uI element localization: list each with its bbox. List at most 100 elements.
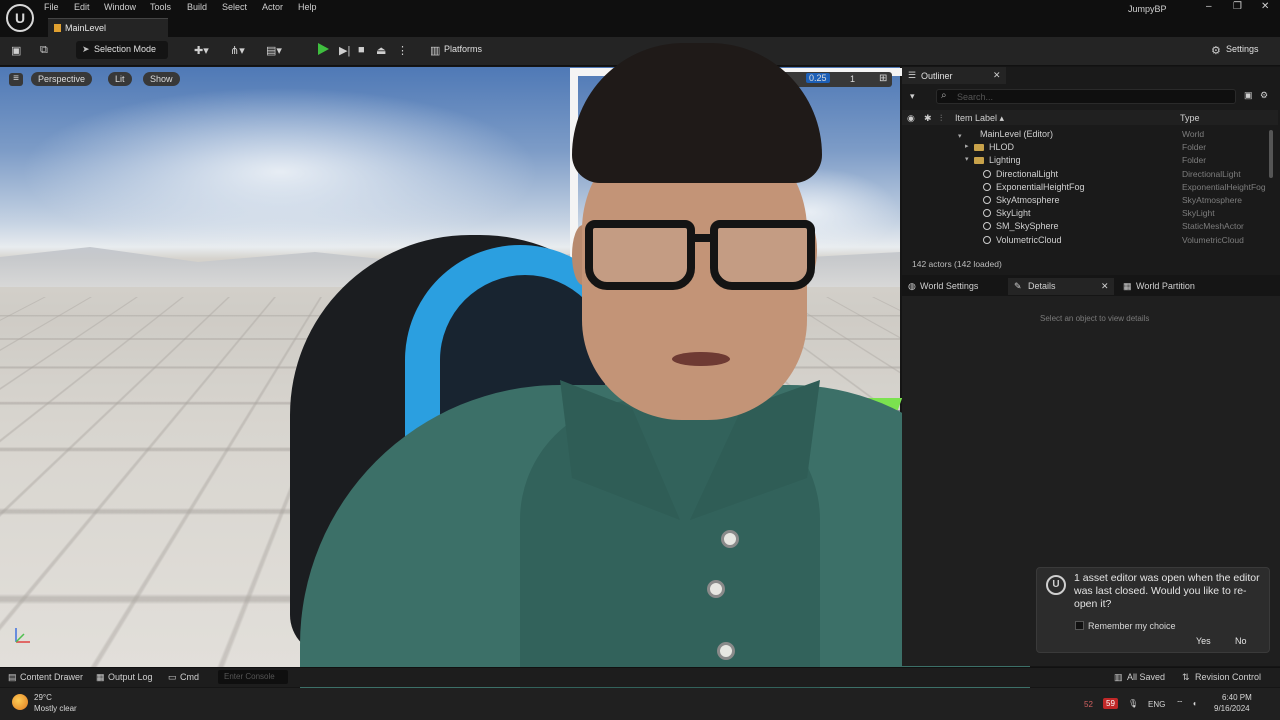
viewport-menu-icon[interactable]: ≡ (9, 73, 23, 86)
close-window-button[interactable]: ✕ (1261, 1, 1269, 12)
browse-icon[interactable]: ⧉ (40, 44, 48, 57)
outliner-title: Outliner (921, 71, 953, 81)
gear-icon: ⚙ (1211, 45, 1221, 57)
directional-light-icon (983, 170, 991, 178)
details-empty-hint: Select an object to view details (1040, 314, 1150, 323)
blueprint-icon[interactable]: ⋔▾ (230, 44, 245, 57)
tab-outliner[interactable]: Outliner (902, 67, 1006, 84)
map-icon: ▦ (1123, 281, 1132, 291)
minimize-button[interactable]: – (1206, 1, 1212, 12)
platforms-button[interactable]: Platforms (444, 44, 482, 54)
settings-gear-icon[interactable]: ⚙ (1260, 90, 1268, 101)
list-item[interactable]: SkyLight (996, 208, 1031, 218)
console-input[interactable]: Enter Console (218, 670, 288, 684)
list-item[interactable]: Lighting (989, 155, 1021, 165)
language-indicator[interactable]: ENG (1148, 700, 1165, 709)
camera-speed[interactable]: 0.25 (806, 73, 830, 83)
volumetric-cloud-icon (983, 236, 991, 244)
close-icon[interactable]: ✕ (1101, 278, 1109, 295)
sequence-icon[interactable]: ▤▾ (266, 44, 282, 57)
content-drawer-button[interactable]: Content Drawer (20, 672, 83, 682)
list-item-type: Folder (1182, 142, 1207, 152)
all-saved-button[interactable]: All Saved (1127, 672, 1165, 682)
glasses-lens-right (710, 220, 815, 290)
eject-icon[interactable]: ⏏ (376, 44, 386, 57)
lit-button[interactable]: Lit (108, 72, 132, 86)
camera-count[interactable]: 1 (850, 74, 855, 84)
pin-pin-icon[interactable]: ⫶ (940, 113, 942, 124)
stop-icon[interactable]: ■ (358, 44, 365, 56)
add-folder-icon[interactable]: ▣ (1244, 90, 1253, 101)
no-button[interactable]: No (1235, 636, 1247, 646)
pin-icon[interactable]: ✱ (924, 113, 932, 124)
yes-button[interactable]: Yes (1196, 636, 1211, 646)
weather-icon[interactable] (12, 694, 28, 710)
search-placeholder: Search... (957, 92, 994, 102)
remember-choice-label: Remember my choice (1088, 621, 1176, 631)
outliner-search-input[interactable]: Search... (936, 89, 1236, 104)
volume-icon[interactable]: ◖ (1192, 699, 1197, 708)
list-item[interactable]: DirectionalLight (996, 169, 1058, 179)
axis-gizmo-icon (15, 628, 30, 643)
save-icon[interactable]: ▣ (11, 44, 21, 57)
list-item-type: World (1182, 129, 1205, 139)
play-icon[interactable] (318, 43, 329, 55)
tab-world-settings[interactable]: World Settings (920, 278, 978, 295)
list-item[interactable]: SM_SkySphere (996, 221, 1059, 231)
settings-button[interactable]: Settings (1226, 44, 1259, 54)
menu-help[interactable]: Help (298, 2, 317, 12)
more-options-icon[interactable]: ⋮ (397, 44, 408, 57)
menu-window[interactable]: Window (104, 2, 136, 12)
close-icon[interactable]: ✕ (993, 70, 1001, 81)
list-item[interactable]: SkyAtmosphere (996, 195, 1060, 205)
show-button[interactable]: Show (143, 72, 180, 86)
list-item[interactable]: VolumetricCloud (996, 235, 1062, 245)
list-item-type: SkyLight (1182, 208, 1215, 218)
wifi-icon[interactable]: ⌔ (1176, 699, 1184, 709)
remember-choice-checkbox[interactable] (1075, 621, 1084, 630)
perspective-button[interactable]: Perspective (31, 72, 93, 86)
notification-message: 1 asset editor was open when the editor … (1074, 572, 1260, 610)
list-item[interactable]: HLOD (989, 142, 1014, 152)
tray-badge[interactable]: 59 (1103, 698, 1118, 709)
layout-icon[interactable]: ⊞ (879, 73, 887, 84)
glasses-lens-left (585, 220, 695, 290)
glasses-bridge (690, 234, 714, 242)
add-actor-icon[interactable]: ✚▾ (194, 44, 209, 57)
step-icon[interactable]: ▶| (339, 44, 350, 57)
tree-expand-icon[interactable]: ▸ (965, 142, 969, 150)
list-item[interactable]: ExponentialHeightFog (996, 182, 1085, 192)
unreal-logo-icon[interactable]: U (6, 4, 34, 32)
clock-time[interactable]: 6:40 PM (1222, 693, 1252, 702)
selection-mode-dropdown[interactable]: ➤ Selection Mode (76, 41, 168, 59)
revision-control-button[interactable]: Revision Control (1195, 672, 1261, 682)
output-log-button[interactable]: Output Log (108, 672, 153, 682)
microphone-icon[interactable]: 🎙 (1128, 699, 1138, 708)
clock-date[interactable]: 9/16/2024 (1214, 704, 1250, 713)
list-item[interactable]: MainLevel (Editor) (980, 129, 1053, 139)
level-icon (54, 24, 61, 32)
menu-edit[interactable]: Edit (74, 2, 90, 12)
tab-mainlevel[interactable]: MainLevel (48, 18, 168, 37)
tray-badge[interactable]: 52 (1084, 700, 1093, 709)
menu-select[interactable]: Select (222, 2, 247, 12)
visibility-eye-icon[interactable]: ◉ (907, 113, 915, 124)
menu-file[interactable]: File (44, 2, 59, 12)
column-type[interactable]: Type (1180, 113, 1200, 123)
filter-icon[interactable]: ▾ (910, 91, 915, 102)
outliner-scrollbar[interactable] (1269, 130, 1273, 178)
tab-details[interactable]: Details (1028, 278, 1056, 295)
cmd-dropdown[interactable]: Cmd (180, 672, 199, 682)
tree-expand-icon[interactable]: ▾ (958, 129, 962, 141)
tab-label: MainLevel (65, 23, 107, 33)
tree-expand-icon[interactable]: ▾ (965, 155, 969, 163)
maximize-button[interactable]: ❐ (1233, 1, 1242, 12)
revision-control-icon: ⇅ (1182, 672, 1190, 682)
list-item-type: StaticMeshActor (1182, 221, 1244, 231)
menu-tools[interactable]: Tools (150, 2, 171, 12)
menu-actor[interactable]: Actor (262, 2, 283, 12)
tab-world-partition[interactable]: World Partition (1136, 278, 1195, 295)
globe-icon: ◍ (908, 281, 916, 291)
menu-build[interactable]: Build (187, 2, 207, 12)
column-item-label[interactable]: Item Label ▴ (955, 113, 1004, 124)
